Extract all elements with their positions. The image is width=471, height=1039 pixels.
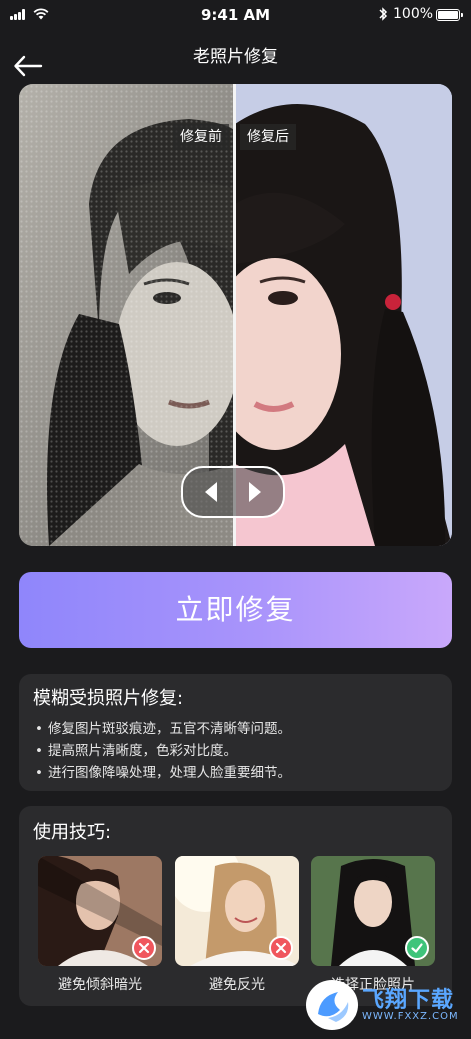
watermark-url: WWW.FXXZ.COM — [362, 1011, 459, 1022]
tips-card: 使用技巧: 避免倾斜暗光 避免反光 选择正脸照片 — [19, 806, 452, 1006]
close-icon — [275, 942, 287, 954]
list-item: 进行图像降噪处理，处理人脸重要细节。 — [35, 762, 291, 784]
list-item: 修复图片斑驳痕迹，五官不清晰等问题。 — [35, 718, 291, 740]
bluetooth-icon — [379, 7, 388, 21]
info-card: 模糊受损照片修复: 修复图片斑驳痕迹，五官不清晰等问题。 提高照片清晰度，色彩对… — [19, 674, 452, 791]
repair-now-button[interactable]: 立即修复 — [19, 572, 452, 648]
tip-photo — [175, 856, 299, 966]
check-icon — [411, 943, 423, 953]
before-label: 修复前 — [173, 124, 229, 150]
info-title: 模糊受损照片修复: — [33, 688, 184, 709]
tip-item: 选择正脸照片 — [311, 856, 437, 994]
tip-label: 避免反光 — [209, 977, 265, 993]
site-watermark: 飞翔下载 WWW.FXXZ.COM — [304, 978, 462, 1032]
tip-label: 避免倾斜暗光 — [58, 977, 142, 993]
watermark-text: 飞翔下载 — [362, 988, 455, 1013]
watermark-logo-icon — [306, 980, 358, 1030]
tip-photo — [311, 856, 435, 966]
battery-percent: 100% — [393, 6, 434, 22]
triangle-right-icon — [249, 482, 261, 502]
triangle-left-icon — [205, 482, 217, 502]
battery-icon — [436, 9, 463, 21]
close-icon — [138, 942, 150, 954]
tip-status-badge — [405, 936, 429, 960]
status-bar: 9:41 AM 100% — [0, 0, 471, 30]
tip-item: 避免倾斜暗光 — [38, 856, 164, 994]
tips-title: 使用技巧: — [33, 822, 112, 843]
tip-status-badge — [132, 936, 156, 960]
tip-status-badge — [269, 936, 293, 960]
tip-photo — [38, 856, 162, 966]
tip-item: 避免反光 — [175, 856, 301, 994]
before-after-comparison[interactable]: 修复前 修复后 — [19, 84, 452, 546]
after-label: 修复后 — [240, 124, 296, 150]
list-item: 提高照片清晰度，色彩对比度。 — [35, 740, 291, 762]
info-list: 修复图片斑驳痕迹，五官不清晰等问题。 提高照片清晰度，色彩对比度。 进行图像降噪… — [35, 718, 291, 784]
page-title: 老照片修复 — [193, 47, 278, 67]
comparison-slider-handle[interactable] — [181, 466, 285, 518]
